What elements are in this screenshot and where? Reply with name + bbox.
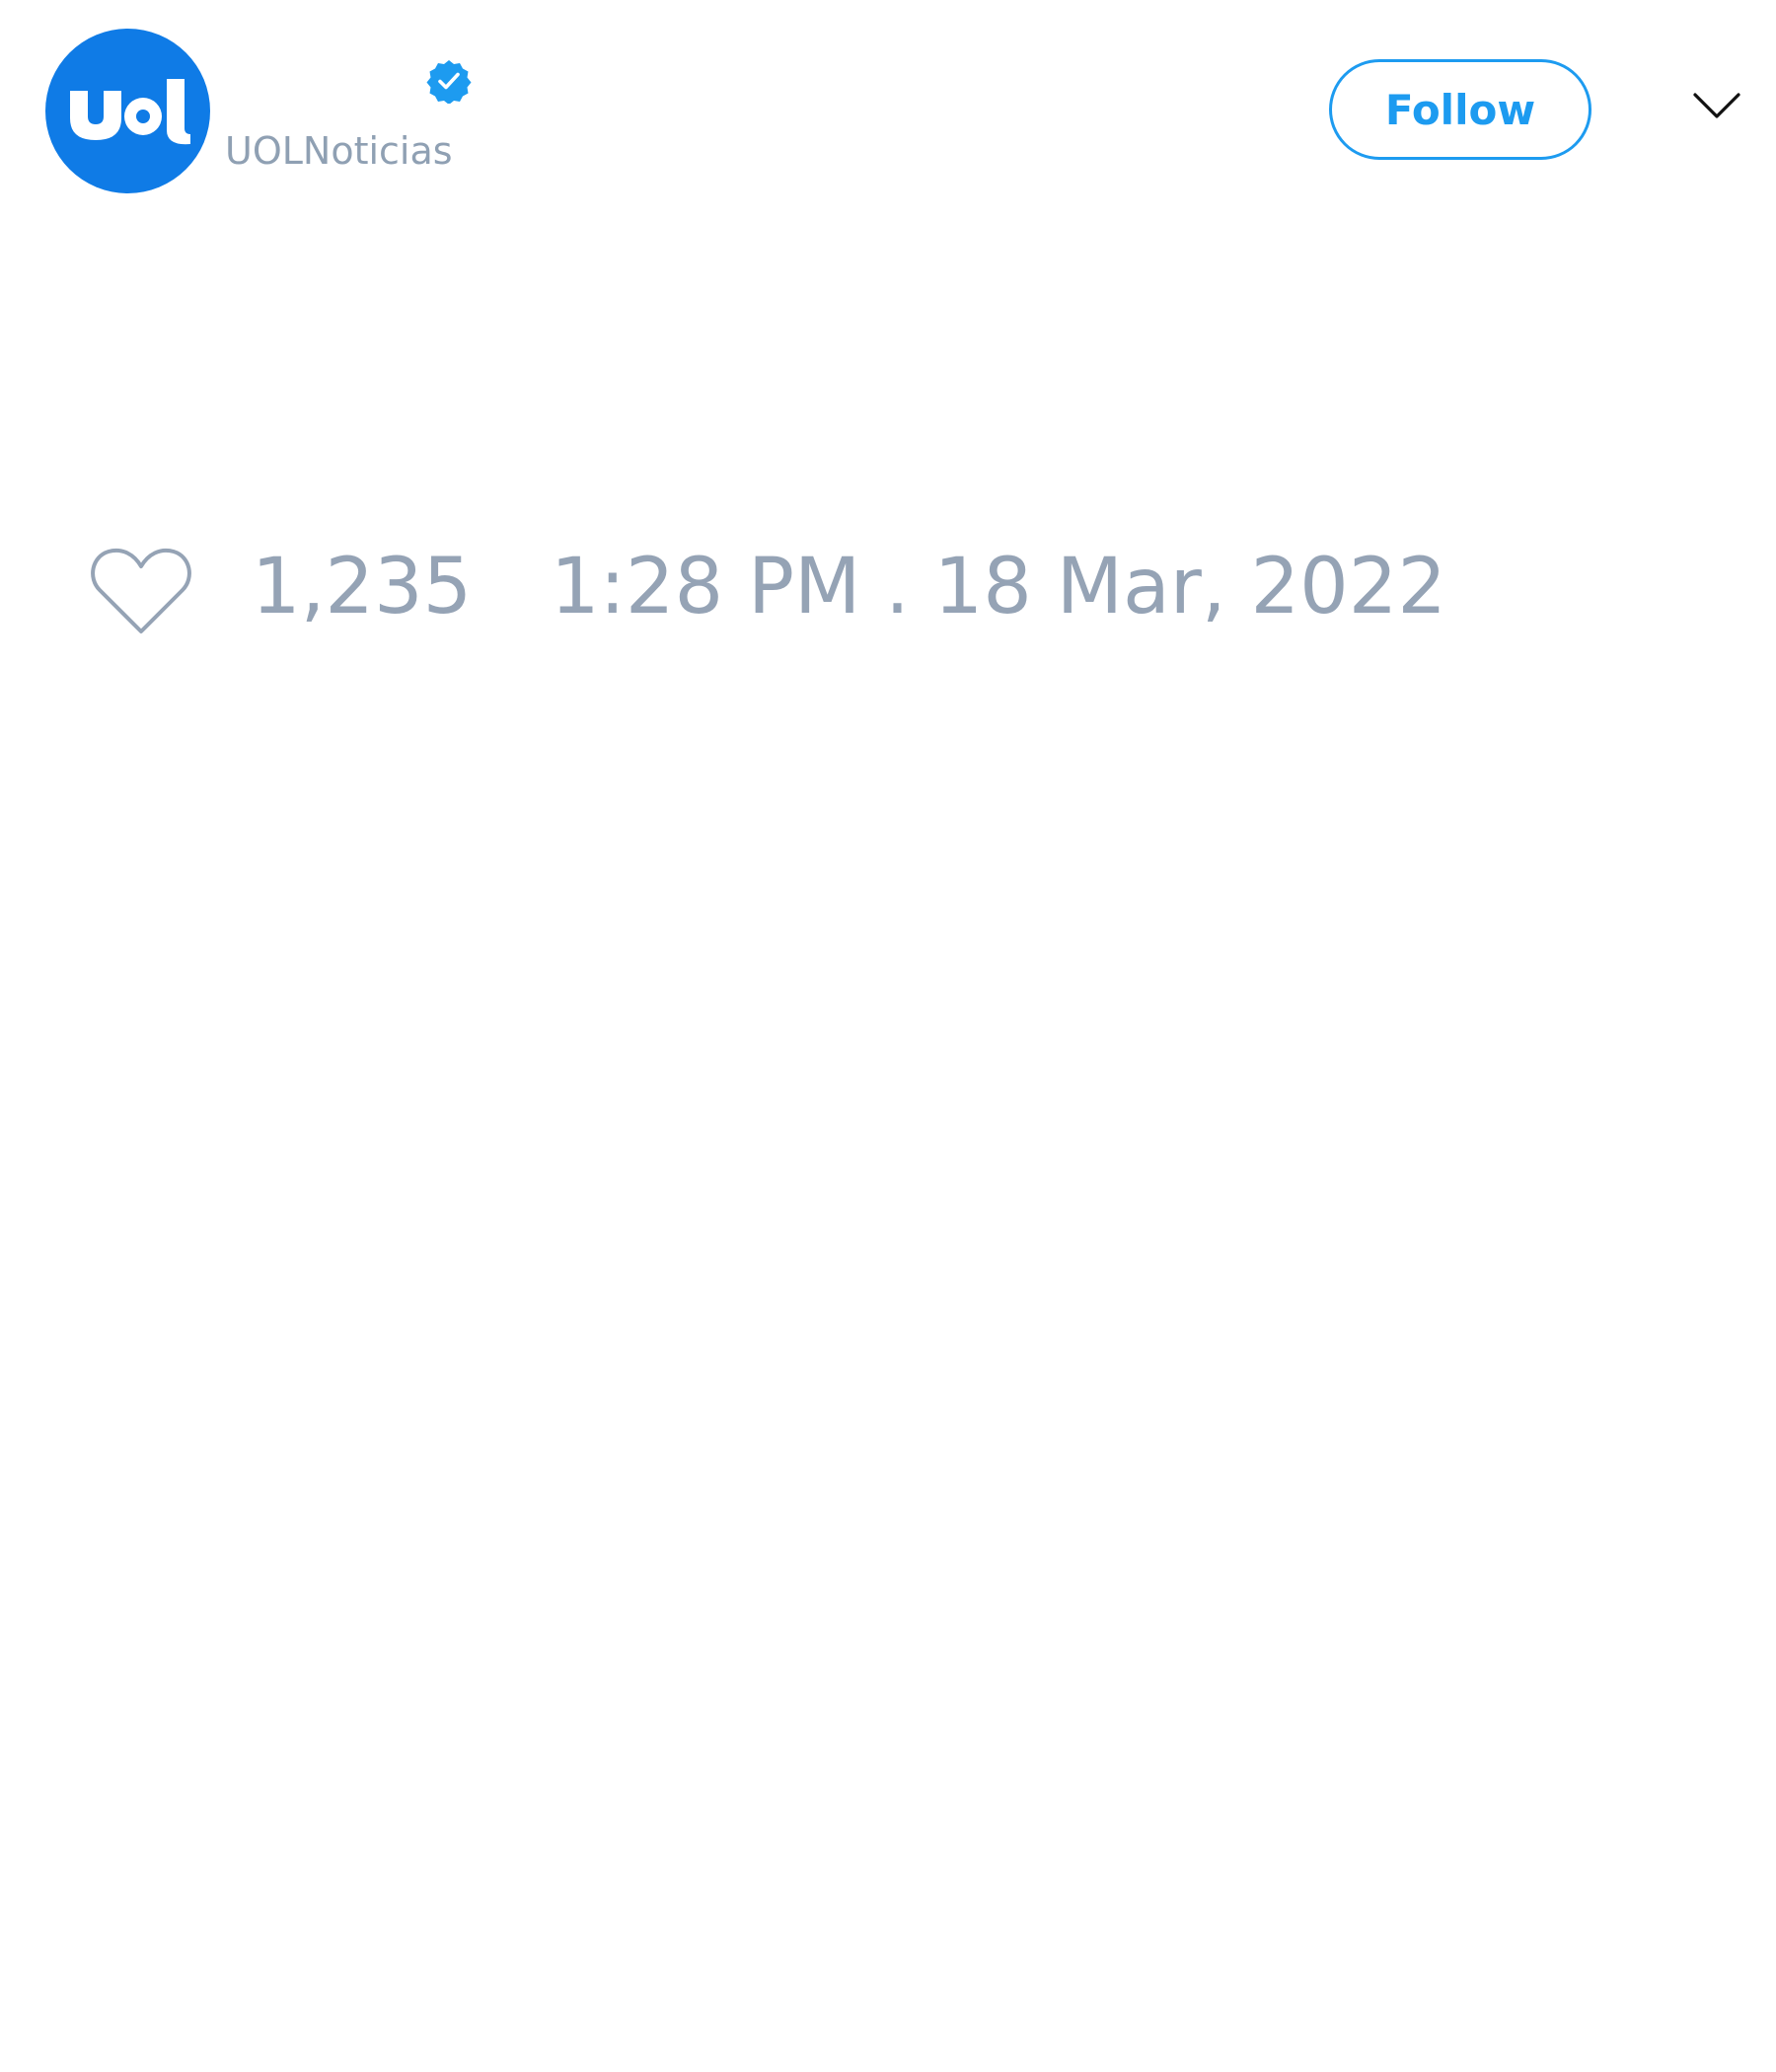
avatar[interactable] (45, 29, 210, 193)
tweet-timestamp[interactable]: 1:28 PM . 18 Mar, 2022 (551, 543, 1446, 631)
uol-logo-icon (69, 78, 190, 144)
follow-button[interactable]: Follow (1329, 59, 1591, 160)
verified-badge-icon (426, 60, 472, 104)
tweet-card: UOLNoticias Follow 1,235 1:28 PM . 18 Ma… (0, 0, 1776, 2072)
author-handle[interactable]: UOLNoticias (225, 126, 453, 176)
like-count: 1,235 (252, 543, 473, 631)
tweet-meta-row: 1,235 1:28 PM . 18 Mar, 2022 (0, 533, 1776, 641)
chevron-down-icon[interactable] (1692, 89, 1741, 122)
heart-outline-icon[interactable] (89, 545, 193, 637)
